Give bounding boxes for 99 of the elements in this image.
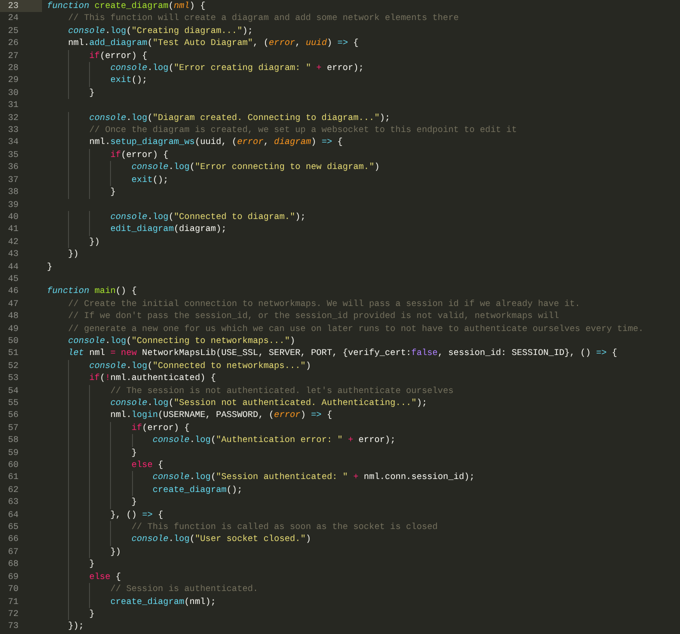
line-number: 45 — [7, 272, 20, 286]
line-number: 38 — [7, 186, 20, 198]
line-number: 72 — [7, 608, 20, 620]
line-number: 57 — [7, 422, 20, 434]
line-number: 66 — [7, 533, 20, 546]
line-number: 49 — [7, 322, 20, 335]
line-number: 50 — [7, 334, 20, 348]
code-line: let nml = new NetworkMapsLib(USE_SSL, SERVER, PORT, {verify_cert:false, session_id: SESSION_ID}, () => { — [67, 347, 618, 360]
code-line: else { — [47, 570, 121, 584]
code-line: exit(); — [47, 174, 168, 186]
code-line: console.log("Error creating diagram: " + error); — [47, 62, 364, 74]
line-number: 42 — [7, 236, 20, 248]
line-number: 63 — [7, 496, 20, 509]
line-number: 69 — [7, 570, 20, 584]
code-line: function create_diagram(nml) { — [47, 0, 206, 12]
code-line: } — [47, 260, 52, 273]
code-line: console.log("Diagram created. Connecting to diagram..."); — [47, 112, 390, 124]
line-number: 48 — [7, 310, 20, 323]
line-number: 64 — [7, 508, 20, 522]
code-line: } — [47, 446, 137, 460]
code-line: if(error) { — [47, 50, 148, 62]
code-line: console.log("Connecting to networkmaps...") — [67, 334, 296, 348]
line-number: 71 — [7, 596, 20, 608]
code-line: console.log("Creating diagram..."); — [67, 24, 253, 38]
line-number: 25 — [7, 24, 20, 38]
line-number: 60 — [7, 459, 20, 472]
code-line: // If we don't pass the session_id, or the session_id provided is not valid, networkmaps will — [67, 310, 560, 323]
line-number: 34 — [7, 136, 20, 149]
line-number: 73 — [7, 620, 20, 633]
line-number: 51 — [7, 347, 20, 360]
line-number: 65 — [7, 521, 20, 534]
line-number: 58 — [7, 434, 20, 447]
code-line: } — [47, 86, 95, 100]
code-line: // The session is not authenticated. let's authenticate ourselves — [47, 384, 454, 397]
line-number: 43 — [7, 248, 20, 261]
line-number: 70 — [7, 583, 20, 596]
line-number: 68 — [7, 558, 20, 571]
code-line: console.log("Connected to networkmaps...") — [47, 360, 311, 372]
code-line: console.log("User socket closed.") — [47, 533, 311, 546]
line-number: 41 — [7, 223, 20, 236]
line-number: 30 — [7, 86, 20, 100]
line-number: 59 — [7, 446, 20, 460]
code-line: } — [47, 608, 95, 620]
line-number: 29 — [7, 74, 20, 87]
line-number: 46 — [7, 285, 20, 298]
line-number: 28 — [7, 62, 20, 74]
line-number: 52 — [7, 360, 20, 372]
code-line: edit_diagram(diagram); — [47, 223, 227, 236]
line-number: 31 — [7, 99, 20, 112]
line-number: 27 — [7, 50, 20, 62]
code-line: create_diagram(); — [47, 484, 242, 496]
code-line: }, () => { — [47, 508, 164, 522]
line-number: 54 — [7, 384, 20, 397]
code-line: }) — [47, 236, 100, 248]
line-number: 67 — [7, 546, 20, 558]
code-line: } — [47, 558, 95, 571]
code-line: // Once the diagram is created, we set up a websocket to this endpoint to edit it — [47, 124, 517, 136]
line-number: 36 — [7, 161, 20, 174]
code-line: else { — [47, 459, 164, 472]
line-number: 37 — [7, 174, 20, 186]
code-line: // This function will create a diagram and add some network elements there — [67, 12, 459, 25]
code-line: }) — [47, 546, 121, 558]
line-number: 55 — [7, 397, 20, 410]
line-number: 26 — [7, 37, 20, 50]
code-line: } — [47, 186, 116, 198]
line-number: 47 — [7, 298, 20, 310]
line-number: 33 — [7, 124, 20, 136]
code-line: // generate a new one for us which we can use on later runs to not have to authenticate ourselves every time. — [67, 322, 644, 335]
code-line: } — [47, 496, 137, 509]
line-number: 53 — [7, 372, 20, 385]
line-number: 23 — [0, 0, 42, 12]
code-line: console.log("Session not authenticated. Authenticating..."); — [47, 397, 428, 410]
line-number: 39 — [7, 198, 20, 211]
code-line: console.log("Error connecting to new diagram.") — [47, 161, 380, 174]
code-line: if(error) { — [47, 148, 168, 162]
code-line: function main() { — [47, 285, 137, 298]
code-line: }) — [67, 248, 79, 261]
code-line: nml.setup_diagram_ws(uuid, (error, diagram) => { — [47, 136, 343, 149]
code-line: // This function is called as soon as the socket is closed — [47, 521, 438, 534]
code-line: nml.login(USERNAME, PASSWORD, (error) => { — [47, 409, 332, 422]
code-line: if(error) { — [47, 422, 190, 434]
line-number: 62 — [7, 484, 20, 496]
code-line: console.log("Session authenticated: " + nml.conn.session_id); — [47, 471, 475, 484]
code-line: }); — [67, 620, 84, 633]
code-line: create_diagram(nml); — [47, 596, 216, 608]
line-number: 40 — [7, 210, 20, 224]
code-line: exit(); — [47, 74, 148, 87]
code-line: if(!nml.authenticated) { — [47, 372, 216, 385]
code-line: console.log("Connected to diagram."); — [47, 210, 306, 224]
code-line: console.log("Authentication error: " + error); — [47, 434, 396, 447]
line-number: 24 — [7, 12, 20, 25]
line-number: 61 — [7, 471, 20, 484]
code-line: // Session is authenticated. — [47, 583, 258, 596]
code-line: // Create the initial connection to networkmaps. We will pass a session id if we already have it. — [67, 298, 580, 310]
line-number: 35 — [7, 148, 20, 162]
line-number: 32 — [7, 112, 20, 124]
line-number: 56 — [7, 409, 20, 422]
code-line: nml.add_diagram("Test Auto Diagram", (error, uuid) => { — [67, 37, 359, 50]
line-number: 44 — [7, 260, 20, 273]
